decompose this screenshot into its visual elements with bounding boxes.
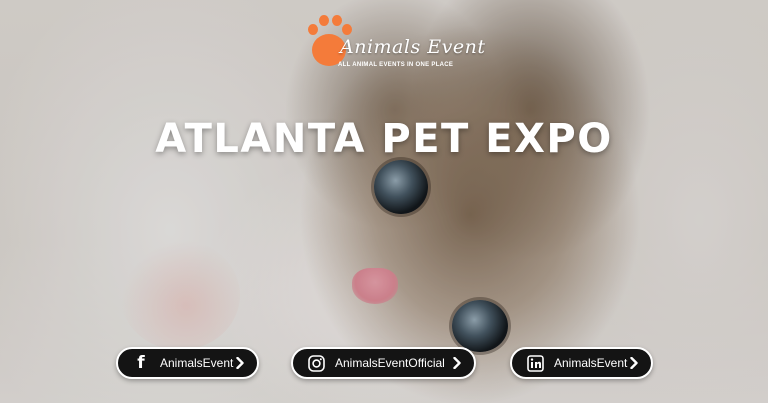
instagram-handle: AnimalsEventOfficial: [335, 356, 445, 370]
linkedin-icon: [526, 354, 544, 372]
brand-logo[interactable]: Animals Event ALL ANIMAL EVENTS IN ONE P…: [306, 12, 485, 72]
page-title: ATLANTA PET EXPO: [155, 116, 613, 162]
chevron-right-icon: [627, 357, 641, 369]
facebook-icon: f: [137, 352, 145, 373]
brand-name: Animals Event: [340, 36, 486, 58]
facebook-link-button[interactable]: f AnimalsEvent: [116, 347, 259, 379]
linkedin-handle: AnimalsEvent: [554, 356, 628, 370]
instagram-link-button[interactable]: AnimalsEventOfficial: [291, 347, 476, 379]
brand-tagline: ALL ANIMAL EVENTS IN ONE PLACE: [338, 62, 454, 68]
chevron-right-icon: [233, 357, 247, 369]
instagram-icon: [307, 354, 325, 372]
facebook-handle: AnimalsEvent: [160, 356, 234, 370]
linkedin-link-button[interactable]: AnimalsEvent: [510, 347, 653, 379]
chevron-right-icon: [450, 357, 464, 369]
